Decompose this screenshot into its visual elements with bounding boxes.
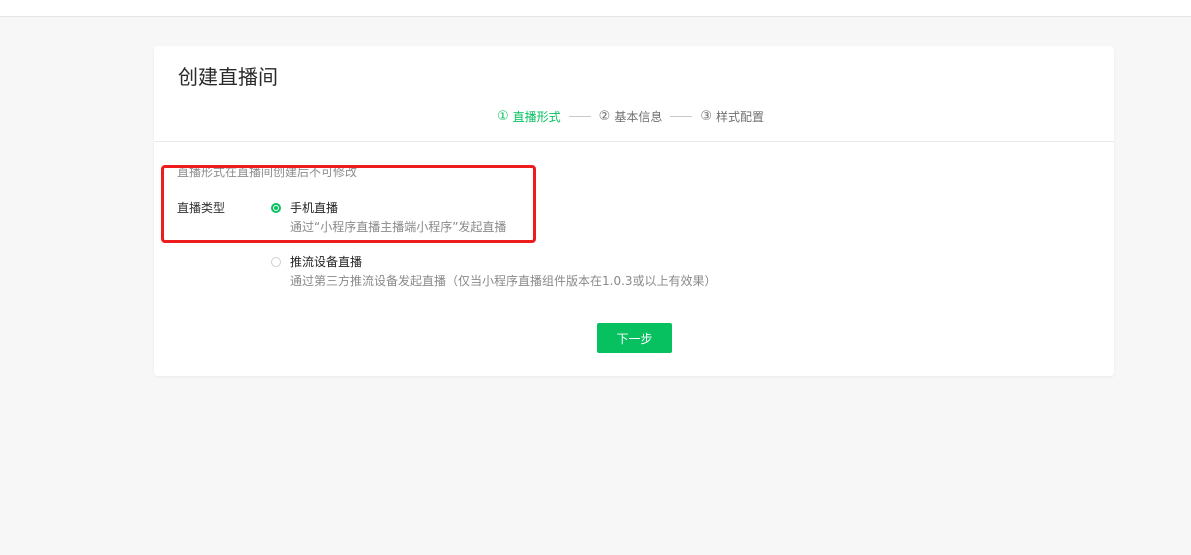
option-description: 通过第三方推流设备发起直播（仅当小程序直播组件版本在1.0.3或以上有效果）	[290, 274, 717, 288]
step-number: ②	[598, 108, 611, 124]
step-label: 基本信息	[614, 109, 663, 124]
step-label: 样式配置	[716, 109, 765, 124]
step-divider	[568, 115, 591, 117]
option-title[interactable]: 推流设备直播	[290, 255, 362, 269]
card-header: 创建直播间 ① 直播形式 ② 基本信息 ③ 样式配置	[154, 46, 1114, 142]
stepper: ① 直播形式 ② 基本信息 ③ 样式配置	[497, 107, 764, 125]
annotation-highlight-box	[161, 165, 536, 243]
step-number: ①	[497, 108, 509, 124]
page-title: 创建直播间	[178, 65, 278, 89]
step-live-format: ① 直播形式	[497, 108, 561, 125]
step-label: 直播形式	[512, 109, 561, 124]
top-bar	[0, 0, 1191, 17]
radio-unchecked-icon[interactable]	[271, 257, 281, 267]
step-style-config: ③ 样式配置	[700, 108, 764, 125]
step-basic-info: ② 基本信息	[599, 108, 663, 125]
next-step-button[interactable]: 下一步	[597, 323, 672, 353]
step-divider	[670, 115, 693, 117]
step-number: ③	[700, 108, 712, 124]
